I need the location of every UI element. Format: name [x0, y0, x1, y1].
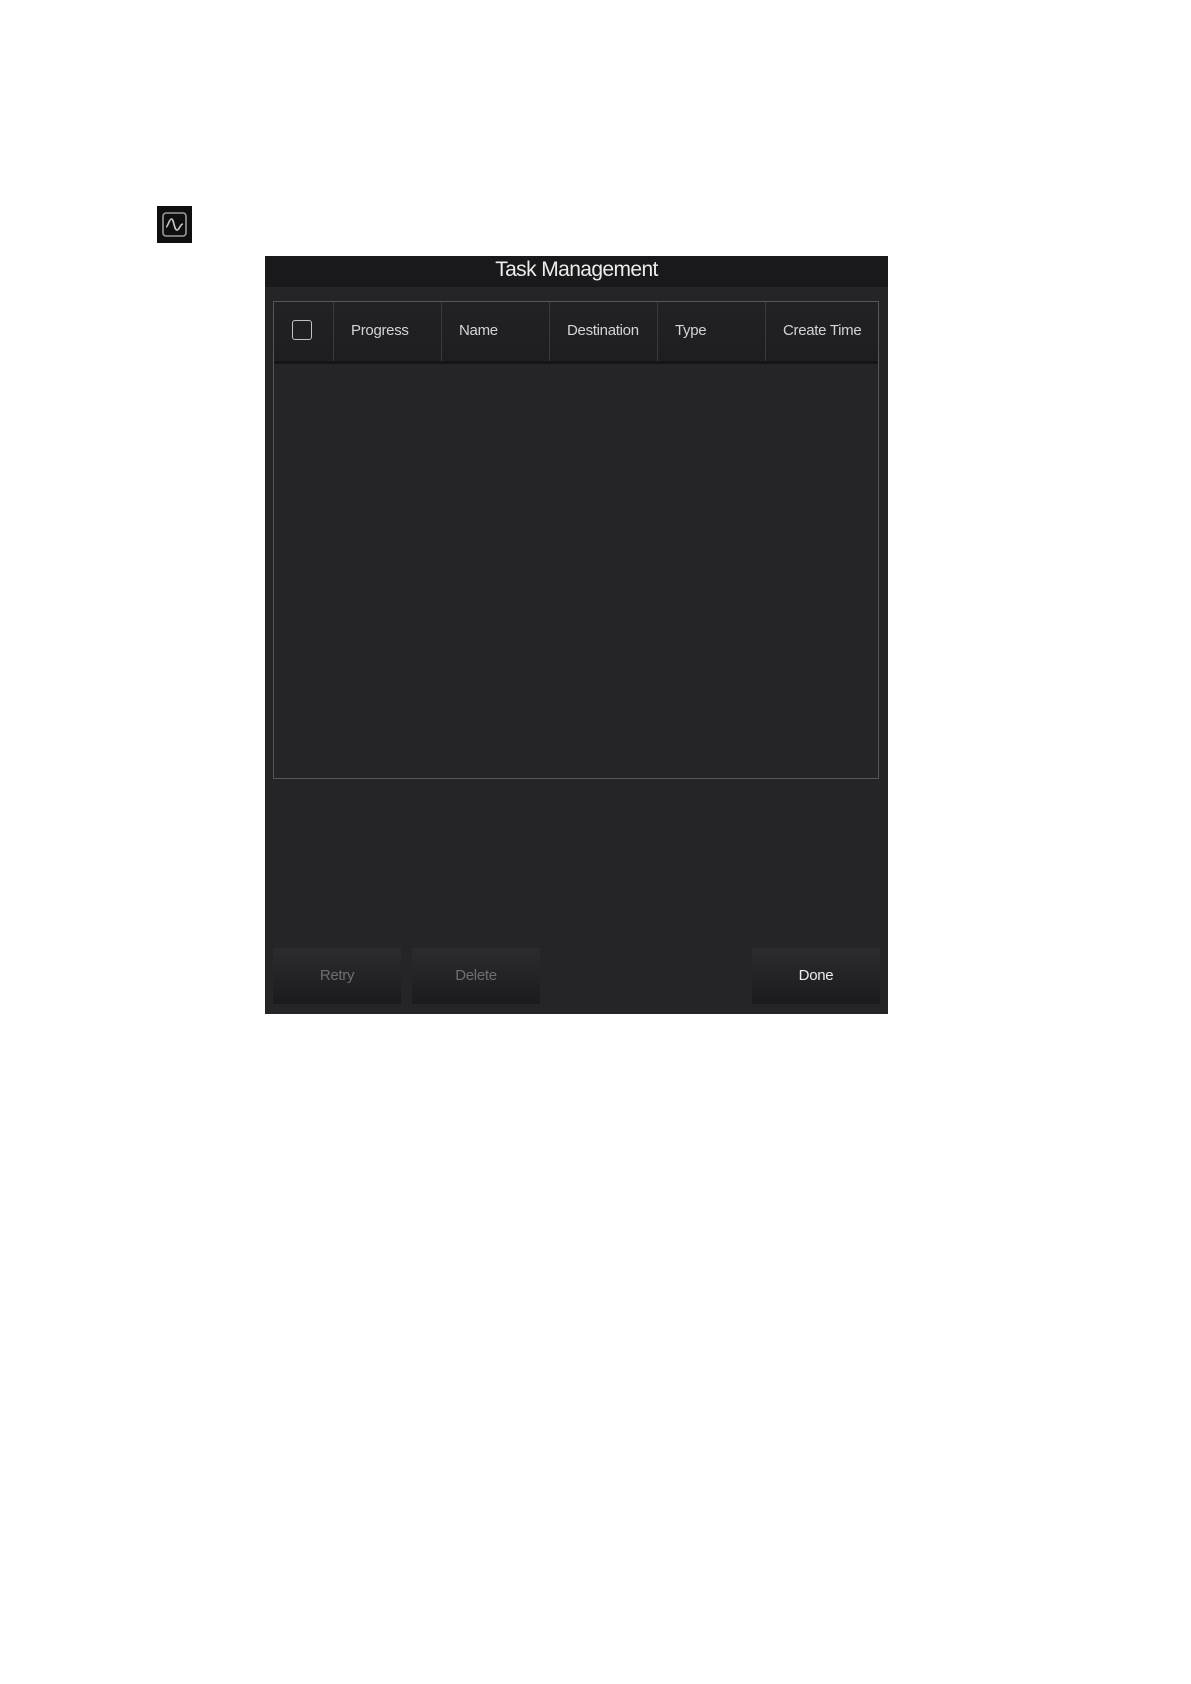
waveform-icon[interactable] — [157, 206, 192, 243]
select-all-cell — [274, 302, 333, 361]
column-header-name[interactable]: Name — [441, 302, 549, 361]
dialog-title: Task Management — [265, 256, 888, 287]
table-header: Progress Name Destination Type Create Ti… — [274, 302, 878, 364]
delete-button[interactable]: Delete — [412, 948, 540, 1004]
done-button[interactable]: Done — [752, 948, 880, 1004]
column-header-destination[interactable]: Destination — [549, 302, 657, 361]
task-management-dialog: Task Management Progress Name Destinatio… — [265, 256, 888, 1014]
retry-button[interactable]: Retry — [273, 948, 401, 1004]
column-header-type[interactable]: Type — [657, 302, 765, 361]
task-table: Progress Name Destination Type Create Ti… — [273, 301, 879, 779]
table-body[interactable] — [274, 364, 878, 778]
column-header-create-time[interactable]: Create Time — [765, 302, 878, 361]
column-header-progress[interactable]: Progress — [333, 302, 441, 361]
select-all-checkbox[interactable] — [292, 320, 312, 340]
waveform-glyph — [162, 212, 187, 237]
